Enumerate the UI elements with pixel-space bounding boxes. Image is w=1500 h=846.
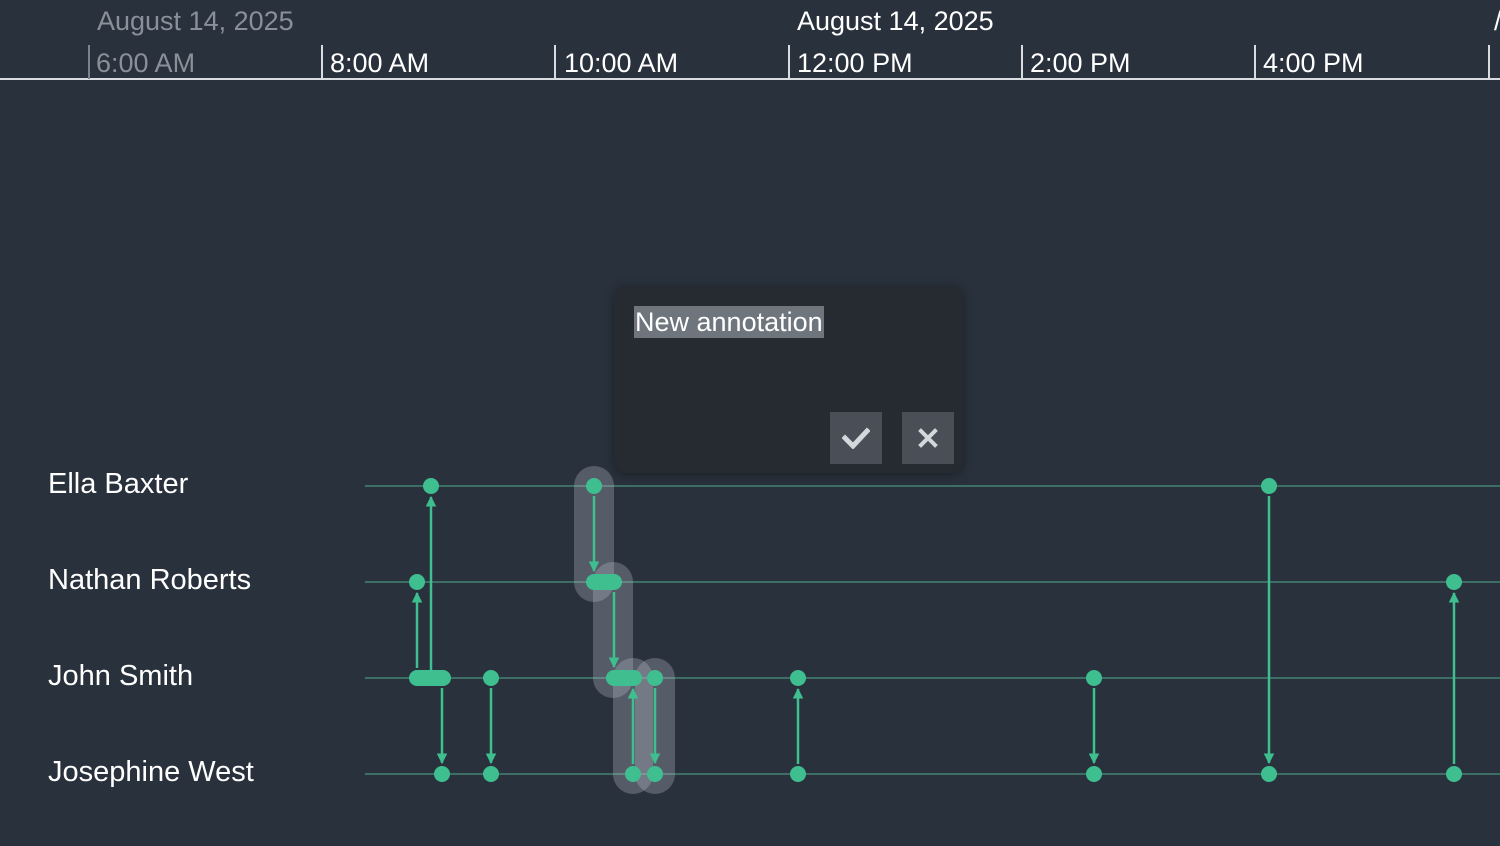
event-node[interactable] — [625, 766, 641, 782]
event-node[interactable] — [483, 766, 499, 782]
check-icon — [842, 427, 870, 449]
event-node[interactable] — [586, 478, 602, 494]
event-node[interactable] — [1261, 766, 1277, 782]
event-node[interactable] — [1261, 478, 1277, 494]
event-node-group[interactable] — [606, 670, 642, 686]
event-node[interactable] — [483, 670, 499, 686]
annotation-editor[interactable]: New annotation — [614, 286, 963, 473]
event-node[interactable] — [409, 574, 425, 590]
event-node-group[interactable] — [409, 670, 451, 686]
close-icon — [918, 428, 938, 448]
annotation-text-input[interactable]: New annotation — [634, 306, 824, 338]
event-node[interactable] — [1446, 766, 1462, 782]
event-node[interactable] — [790, 766, 806, 782]
event-node[interactable] — [1086, 766, 1102, 782]
event-node[interactable] — [423, 478, 439, 494]
event-node[interactable] — [790, 670, 806, 686]
cancel-annotation-button[interactable] — [902, 412, 954, 464]
event-node[interactable] — [647, 766, 663, 782]
event-node[interactable] — [434, 766, 450, 782]
event-node[interactable] — [1446, 574, 1462, 590]
event-node[interactable] — [1086, 670, 1102, 686]
event-node[interactable] — [647, 670, 663, 686]
confirm-annotation-button[interactable] — [830, 412, 882, 464]
event-node-group[interactable] — [586, 574, 622, 590]
